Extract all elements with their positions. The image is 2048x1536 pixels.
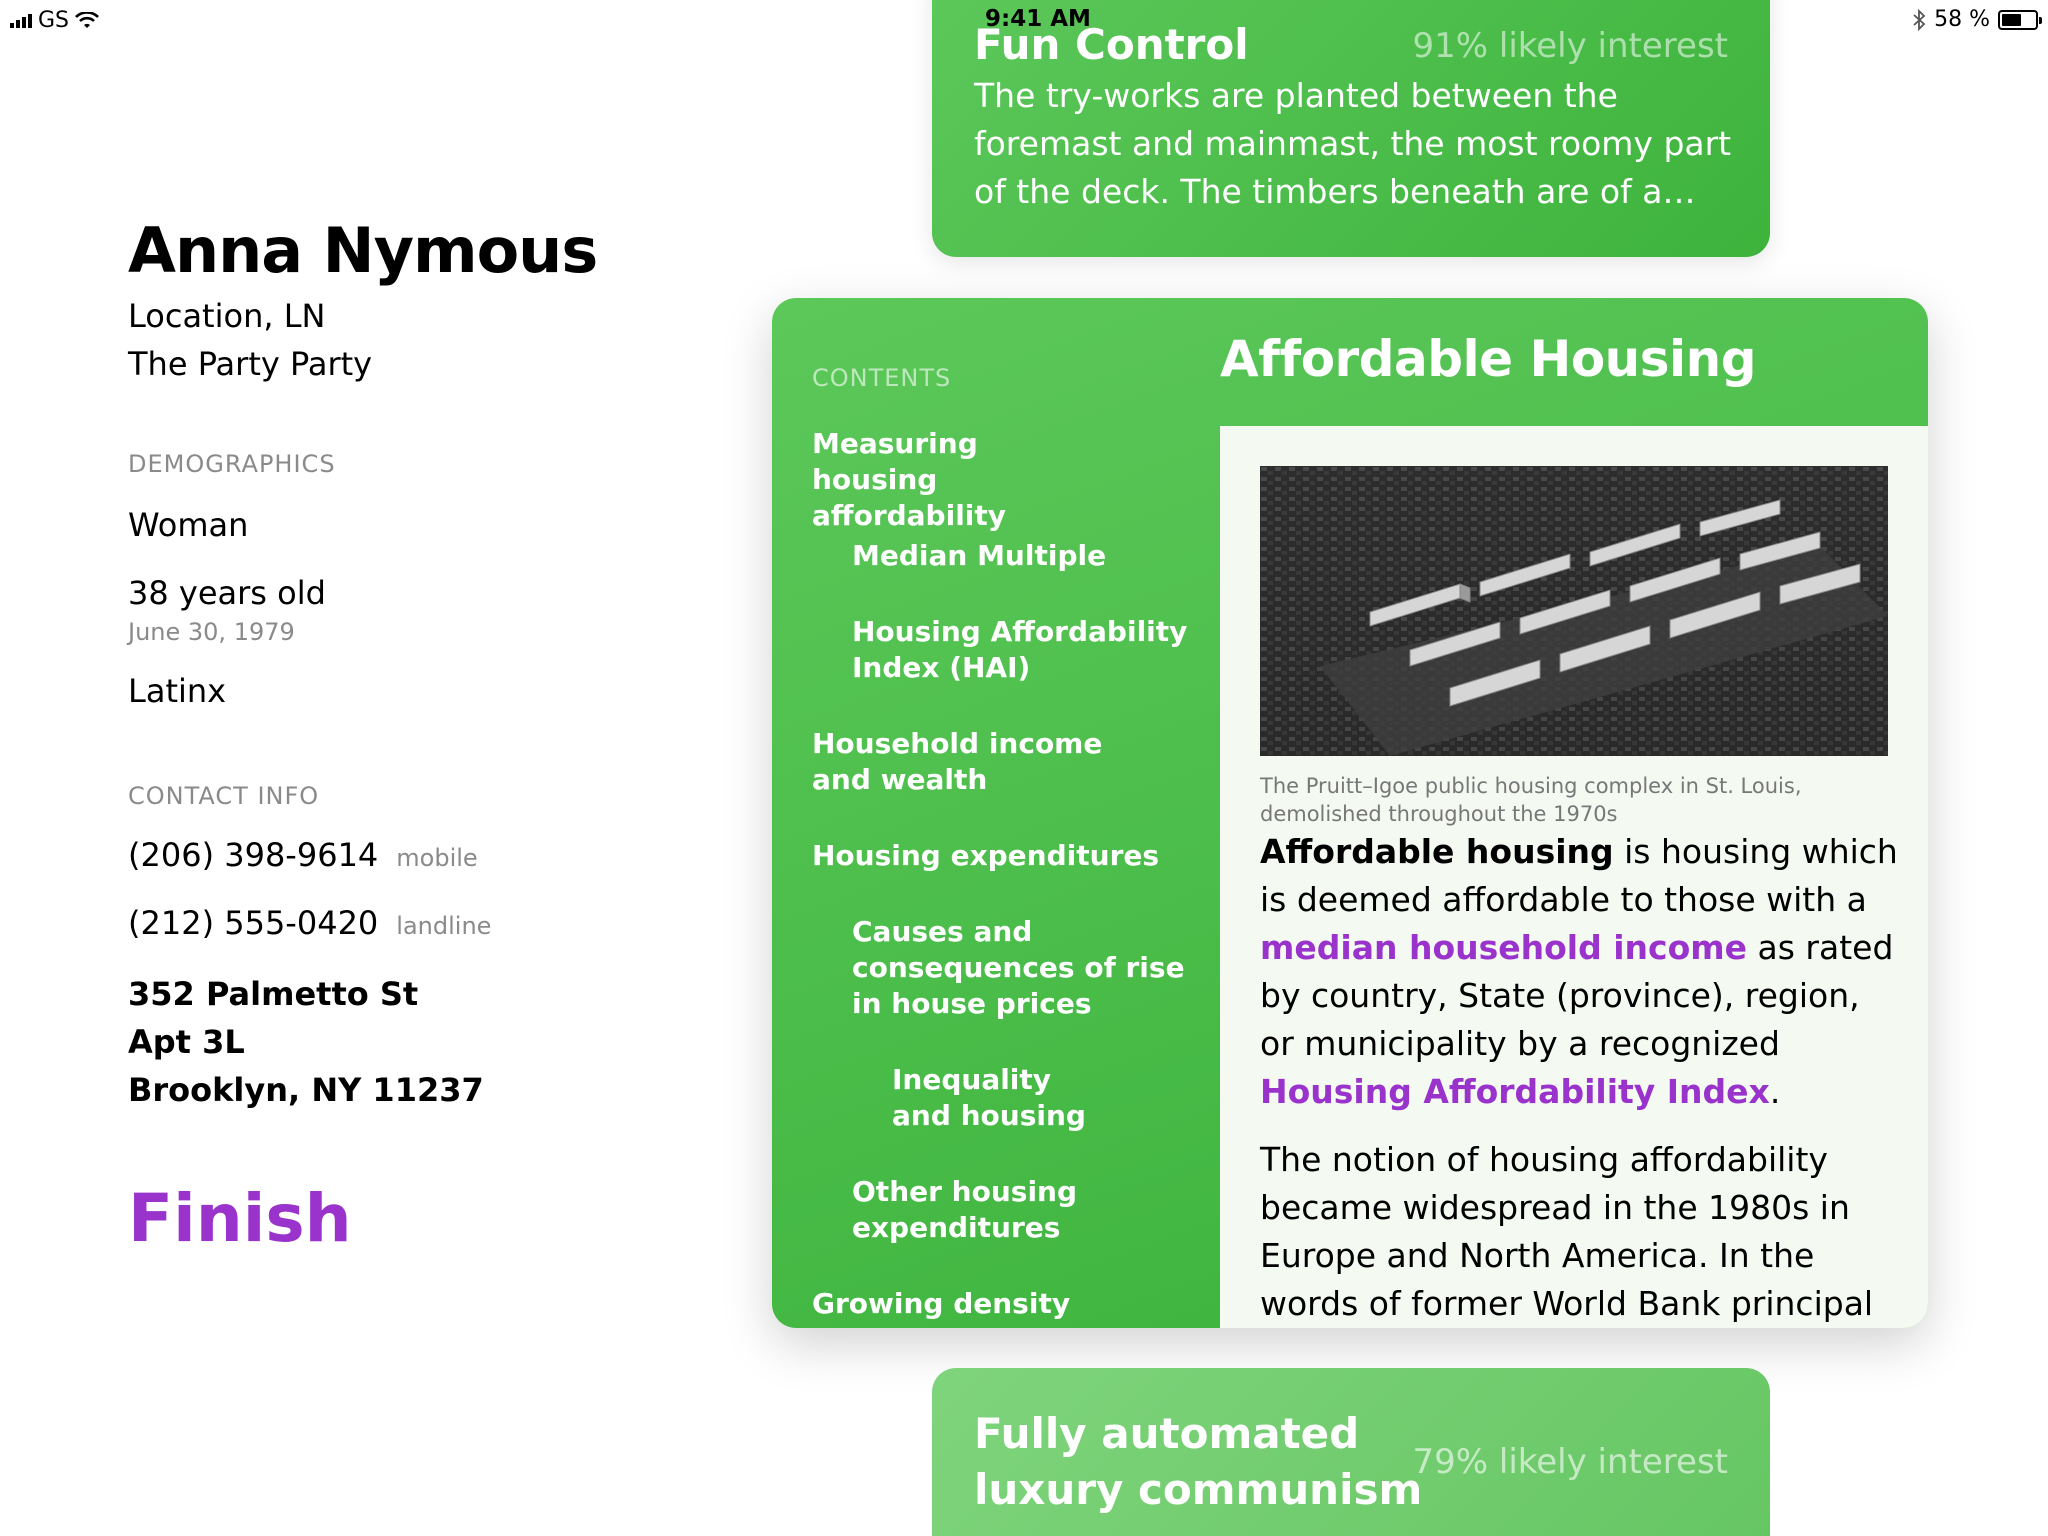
- address-block[interactable]: 352 Palmetto St Apt 3L Brooklyn, NY 1123…: [128, 970, 484, 1114]
- age-value: 38 years old: [128, 574, 326, 612]
- toc-item[interactable]: Household income and wealth: [812, 726, 1112, 798]
- toc-item[interactable]: Measuring housing affordability: [812, 426, 1112, 534]
- topic-description: The try-works are planted between the fo…: [974, 76, 1732, 211]
- phone-number[interactable]: (212) 555-0420: [128, 904, 378, 942]
- birthdate-value: June 30, 1979: [128, 618, 295, 646]
- battery-percent: 58 %: [1934, 7, 1990, 32]
- carrier-label: GS: [38, 8, 70, 33]
- article-paragraph: Affordable housing is housing which is d…: [1260, 828, 1900, 1116]
- text-run: .: [1769, 1072, 1781, 1111]
- link-median-household-income[interactable]: median household income: [1260, 928, 1747, 967]
- toc-item[interactable]: Housing expenditures: [812, 838, 1192, 874]
- toc-item[interactable]: Inequality and housing: [892, 1062, 1092, 1134]
- clock: 9:41 AM: [985, 6, 1091, 32]
- housing-complex-photo: [1260, 466, 1888, 756]
- topic-card-luxury-communism[interactable]: Fully automated luxury communism 79% lik…: [932, 1368, 1770, 1536]
- interest-label: 79% likely interest: [1412, 1442, 1728, 1482]
- battery-fill: [2002, 13, 2021, 26]
- article-paragraph: The notion of housing affordability beca…: [1260, 1140, 1874, 1323]
- profile-header: Anna Nymous Location, LN The Party Party: [128, 210, 688, 388]
- address-line1: 352 Palmetto St: [128, 975, 419, 1013]
- status-right: 58 %: [1912, 7, 2042, 32]
- toc-item[interactable]: Other housing expenditures: [852, 1174, 1152, 1246]
- address-line2: Apt 3L: [128, 1023, 245, 1061]
- topic-title: Fully automated luxury communism: [974, 1409, 1423, 1514]
- profile-party: The Party Party: [128, 345, 373, 383]
- contents-label: CONTENTS: [812, 364, 952, 392]
- status-left: GS: [10, 8, 99, 33]
- topic-card-affordable-housing[interactable]: CONTENTS Measuring housing affordability…: [772, 298, 1928, 1328]
- toc-item[interactable]: Causes and consequences of rise in house…: [852, 914, 1192, 1022]
- battery-icon: [1998, 9, 2042, 30]
- bluetooth-icon: [1913, 8, 1926, 31]
- phone-row-mobile[interactable]: (206) 398-9614 mobile: [128, 836, 478, 874]
- photo-caption: The Pruitt–Igoe public housing complex i…: [1260, 774, 1802, 826]
- address-line3: Brooklyn, NY 11237: [128, 1071, 484, 1109]
- contact-info-label: CONTACT INFO: [128, 782, 320, 810]
- toc-item[interactable]: Housing Affordability Index (HAI): [852, 614, 1192, 686]
- phone-number[interactable]: (206) 398-9614: [128, 836, 378, 874]
- phone-row-landline[interactable]: (212) 555-0420 landline: [128, 904, 491, 942]
- term-bold: Affordable housing: [1260, 832, 1614, 871]
- ethnicity-value: Latinx: [128, 672, 227, 710]
- profile-location: Location, LN: [128, 297, 326, 335]
- signal-icon: [10, 13, 32, 28]
- toc-item[interactable]: Median Multiple: [852, 538, 1192, 574]
- phone-type: mobile: [396, 844, 478, 872]
- link-housing-affordability-index[interactable]: Housing Affordability Index: [1260, 1072, 1770, 1111]
- gender-value: Woman: [128, 506, 249, 544]
- article-text: Affordable housing is housing which is d…: [1260, 828, 1900, 1328]
- finish-button[interactable]: Finish: [128, 1180, 352, 1257]
- profile-name: Anna Nymous: [128, 214, 598, 287]
- article-title: Affordable Housing: [1220, 330, 1757, 388]
- article-body[interactable]: The Pruitt–Igoe public housing complex i…: [1220, 426, 1928, 1328]
- toc-item[interactable]: Growing density: [812, 1286, 1192, 1322]
- phone-type: landline: [396, 912, 492, 940]
- status-bar: GS 9:41 AM 58 %: [0, 0, 2048, 40]
- wifi-icon: [75, 11, 99, 28]
- demographics-label: DEMOGRAPHICS: [128, 450, 336, 478]
